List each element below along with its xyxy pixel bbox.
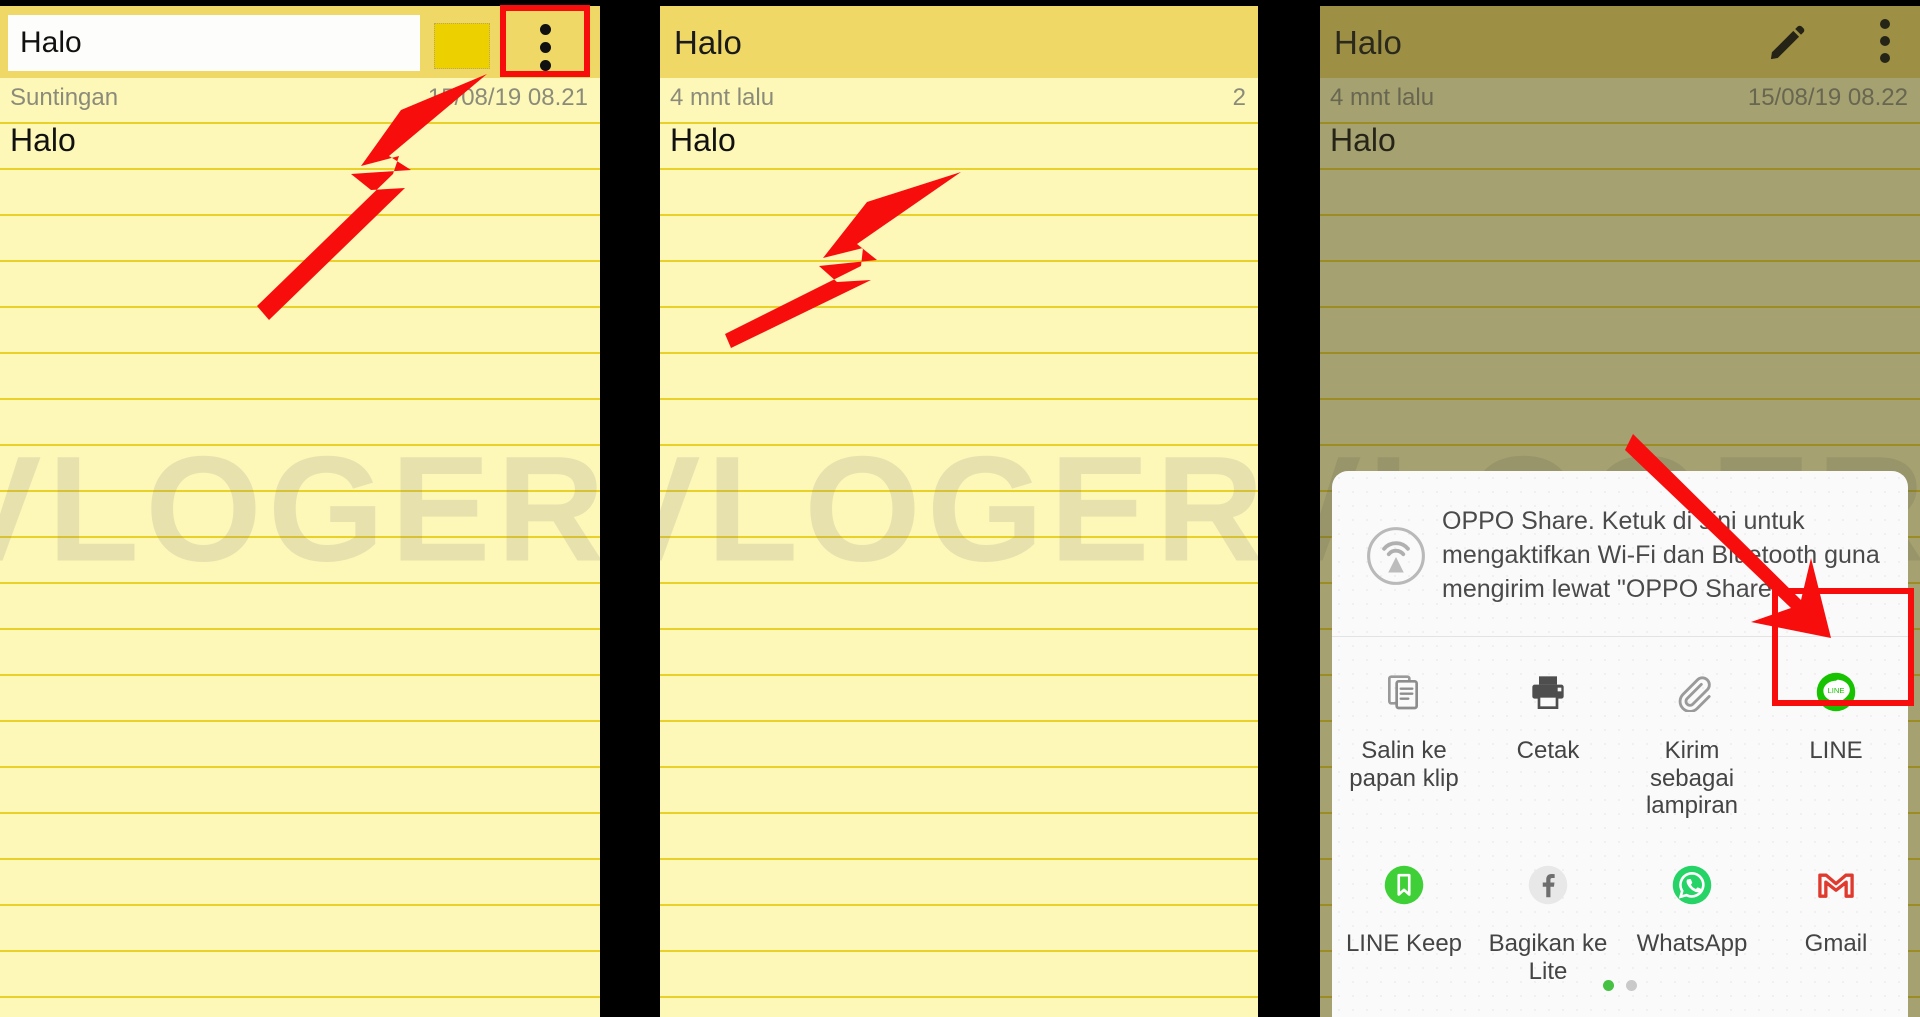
printer-icon bbox=[1528, 665, 1568, 719]
kebab-dot bbox=[539, 59, 551, 71]
note-title-input[interactable] bbox=[8, 15, 420, 71]
share-target-label: Cetak bbox=[1516, 737, 1580, 765]
status-bar-strip bbox=[0, 0, 600, 6]
note-color-swatch[interactable] bbox=[434, 23, 490, 69]
share-sheet: OPPO Share. Ketuk di sini untuk mengakti… bbox=[1332, 471, 1908, 1017]
note-edit-state-label: Suntingan bbox=[10, 84, 119, 111]
share-target-label: Salin ke papan klip bbox=[1349, 737, 1459, 792]
share-target-label: WhatsApp bbox=[1636, 930, 1748, 958]
kebab-dot bbox=[539, 41, 551, 53]
share-target-salin-ke-papan-klip[interactable]: Salin ke papan klip bbox=[1332, 651, 1476, 830]
facebook-icon bbox=[1527, 858, 1569, 912]
share-target-label: Bagikan ke Lite bbox=[1488, 930, 1608, 985]
phone-panel-2: MUGVLOGER.COM Halo 4 mnt lalu 2 Halo Cen… bbox=[660, 0, 1258, 1017]
note-app-header: Halo bbox=[660, 6, 1258, 78]
status-bar-strip bbox=[1320, 0, 1920, 6]
note-timestamp: 15/08/19 08.21 bbox=[427, 84, 588, 111]
share-target-bagikan-ke-lite[interactable]: Bagikan ke Lite bbox=[1476, 844, 1620, 995]
share-target-label: LINE Keep bbox=[1345, 930, 1463, 958]
oppo-share-banner[interactable]: OPPO Share. Ketuk di sini untuk mengakti… bbox=[1332, 471, 1908, 638]
copy-icon bbox=[1384, 665, 1424, 719]
line-icon: LINE bbox=[1815, 665, 1857, 719]
note-meta-row: Suntingan 15/08/19 08.21 bbox=[0, 84, 600, 124]
pager-dot bbox=[1626, 980, 1637, 991]
overflow-menu-button[interactable] bbox=[503, 14, 587, 80]
status-bar-strip bbox=[660, 0, 1258, 6]
oppo-share-text: OPPO Share. Ketuk di sini untuk mengakti… bbox=[1442, 507, 1880, 603]
svg-text:LINE: LINE bbox=[1827, 686, 1844, 695]
note-title-label: Halo bbox=[674, 24, 742, 61]
share-targets-row-1: Salin ke papan klip Cetak Kirim sebagai … bbox=[1332, 637, 1908, 830]
share-target-cetak[interactable]: Cetak bbox=[1476, 651, 1620, 830]
note-body-text[interactable]: Halo bbox=[10, 122, 590, 159]
paperclip-icon bbox=[1672, 665, 1712, 719]
broadcast-icon bbox=[1350, 525, 1442, 587]
note-meta-row: 4 mnt lalu 2 bbox=[660, 84, 1258, 124]
share-target-kirim-sebagai-lampiran[interactable]: Kirim sebagai lampiran bbox=[1620, 651, 1764, 830]
note-body-text: Halo bbox=[670, 122, 736, 158]
share-target-label: LINE bbox=[1809, 737, 1863, 765]
note-edit-header bbox=[0, 6, 600, 78]
gmail-icon bbox=[1815, 858, 1857, 912]
share-targets-row-2: LINE Keep Bagikan ke Lite WhatsApp Gmail bbox=[1332, 830, 1908, 995]
phone-panel-1: MUGVLOGER.COM Suntingan 15/08/19 08.21 H… bbox=[0, 0, 600, 1017]
kebab-dot bbox=[539, 23, 551, 35]
share-target-label: Gmail bbox=[1804, 930, 1868, 958]
note-timestamp: 2 bbox=[1232, 84, 1246, 111]
share-target-gmail[interactable]: Gmail bbox=[1764, 844, 1908, 995]
phone-panel-3: MUGVLOGER.COM Halo 4 mnt lalu 15/08/19 0… bbox=[1320, 0, 1920, 1017]
share-sheet-pager[interactable] bbox=[1332, 980, 1908, 991]
share-target-line-keep[interactable]: LINE Keep bbox=[1332, 844, 1476, 995]
pager-dot-active bbox=[1603, 980, 1614, 991]
note-modified-label: 4 mnt lalu bbox=[670, 84, 775, 111]
whatsapp-icon bbox=[1671, 858, 1713, 912]
share-target-whatsapp[interactable]: WhatsApp bbox=[1620, 844, 1764, 995]
share-target-label: Kirim sebagai lampiran bbox=[1645, 737, 1739, 820]
share-target-line[interactable]: LINE LINE bbox=[1764, 651, 1908, 830]
tutorial-screenshot: MUGVLOGER.COM Suntingan 15/08/19 08.21 H… bbox=[0, 0, 1920, 1017]
line-keep-icon bbox=[1383, 858, 1425, 912]
